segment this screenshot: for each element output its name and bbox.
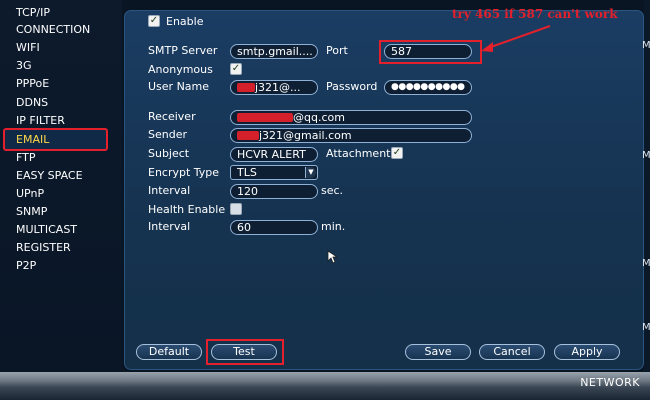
encrypt-type-select[interactable]: TLS ▼ [230,165,318,180]
chevron-down-icon[interactable]: ▼ [305,167,316,178]
anonymous-checkbox[interactable]: ✓ [230,63,242,75]
sender-value: j321@gmail.com [259,129,352,142]
sidebar-item-upnp[interactable]: UPnP [16,187,44,200]
sidebar-item-register[interactable]: REGISTER [16,241,71,254]
annotation-note: try 465 if 587 can't work [452,7,618,21]
sender-input[interactable]: j321@gmail.com [230,128,472,143]
edge-glyph: M [642,40,650,51]
mouse-pointer-icon [327,250,337,264]
apply-button[interactable]: Apply [554,344,620,360]
sidebar-item-email[interactable]: EMAIL [16,133,49,146]
interval-label: Interval [148,184,191,197]
health-interval-input[interactable]: 60 [230,220,318,235]
annotation-arrow-icon [481,25,551,52]
sidebar-item-connection[interactable]: CONNECTION [16,23,90,36]
interval-unit: sec. [321,184,344,197]
interval-input[interactable]: 120 [230,184,318,199]
password-input[interactable]: ●●●●●●●●●● [384,80,472,95]
attachment-checkbox[interactable]: ✓ [391,147,403,159]
health-interval-unit: min. [321,220,346,233]
enable-checkbox[interactable]: ✓ [148,15,160,27]
edge-glyph: M [642,322,650,333]
encrypt-type-label: Encrypt Type [148,166,220,179]
test-button[interactable]: Test [211,344,277,360]
sender-label: Sender [148,128,187,141]
subject-label: Subject [148,147,190,160]
save-button[interactable]: Save [405,344,471,360]
window-title: NETWORK [580,376,640,389]
sidebar-item-snmp[interactable]: SNMP [16,205,47,218]
sidebar-item-ip-filter[interactable]: IP FILTER [16,114,65,127]
default-button[interactable]: Default [136,344,202,360]
redacted-mark [237,113,293,122]
network-sidebar: TCP/IP CONNECTION WIFI 3G PPPoE DDNS IP … [0,0,122,370]
cancel-button[interactable]: Cancel [479,344,545,360]
sidebar-item-easy-space[interactable]: EASY SPACE [16,169,83,182]
edge-glyph: M [642,258,650,269]
edge-glyph: M [642,150,650,161]
smtp-server-label: SMTP Server [148,44,218,57]
receiver-label: Receiver [148,110,196,123]
sidebar-item-wifi[interactable]: WIFI [16,41,40,54]
username-value: j321@... [255,81,301,94]
attachment-label: Attachment [326,147,391,160]
right-edge-strip [644,0,650,400]
check-icon: ✓ [392,147,402,158]
sidebar-item-ddns[interactable]: DDNS [16,96,48,109]
enable-label: Enable [166,15,204,28]
check-icon: ✓ [149,15,159,26]
username-label: User Name [148,80,210,93]
health-interval-label: Interval [148,220,191,233]
sidebar-item-ftp[interactable]: FTP [16,151,36,164]
receiver-input[interactable]: @qq.com [230,110,472,125]
health-enable-checkbox[interactable] [230,203,242,215]
redacted-mark [237,83,255,92]
sidebar-item-p2p[interactable]: P2P [16,259,36,272]
sidebar-item-3g[interactable]: 3G [16,59,32,72]
bottom-title-bar [0,372,650,400]
smtp-server-input[interactable]: smtp.gmail.... [230,44,318,59]
sidebar-item-pppoe[interactable]: PPPoE [16,77,49,90]
check-icon: ✓ [231,63,241,74]
anonymous-label: Anonymous [148,63,213,76]
subject-input[interactable]: HCVR ALERT [230,147,318,162]
username-input[interactable]: j321@... [230,80,318,95]
redacted-mark [237,131,259,140]
encrypt-type-value: TLS [237,166,257,179]
password-label: Password [326,80,378,93]
port-label: Port [326,44,348,57]
sidebar-item-tcpip[interactable]: TCP/IP [16,6,50,19]
sidebar-item-multicast[interactable]: MULTICAST [16,223,77,236]
port-input[interactable]: 587 [384,44,472,59]
receiver-value: @qq.com [293,111,345,124]
health-enable-label: Health Enable [148,203,226,216]
